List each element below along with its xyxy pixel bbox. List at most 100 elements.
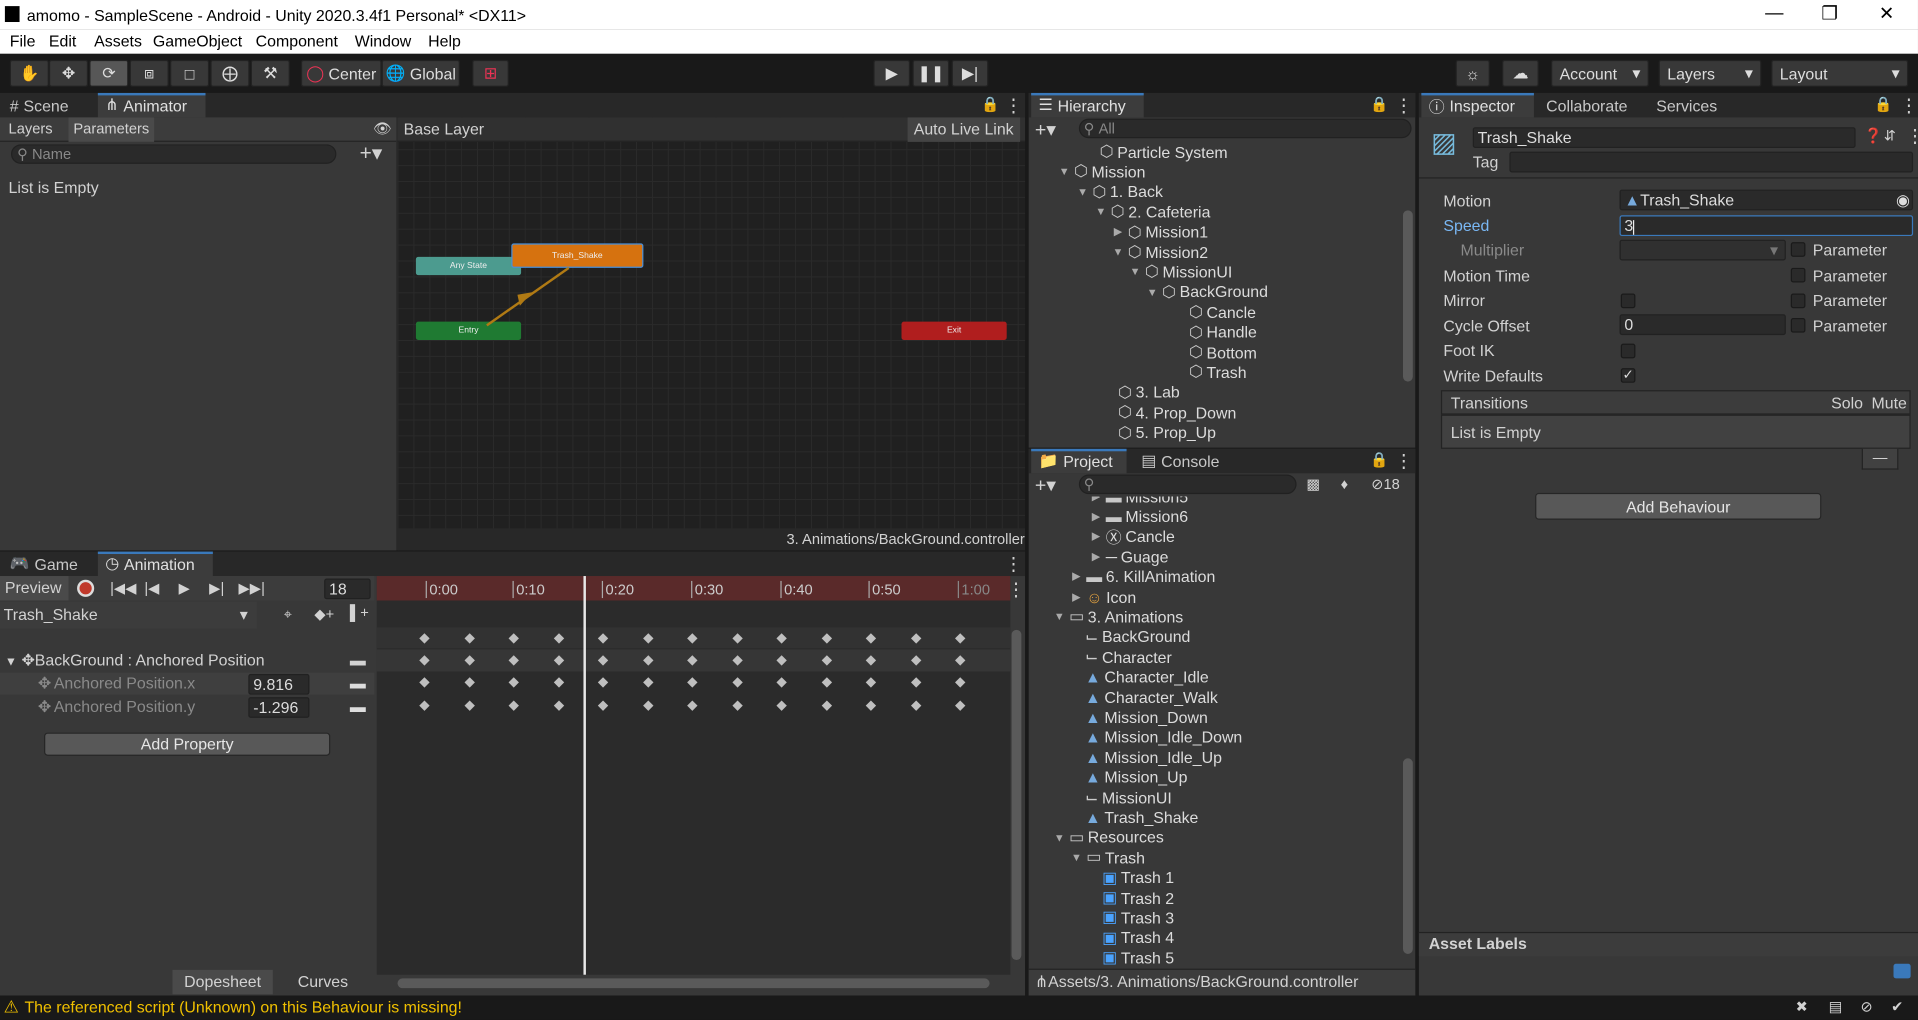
foot-ik-checkbox[interactable] xyxy=(1620,343,1636,359)
lock-icon[interactable]: 🔒 xyxy=(1874,95,1892,112)
keyframe-marker[interactable] xyxy=(597,633,609,644)
tab-console[interactable]: ▤ Console xyxy=(1134,449,1227,473)
minimize-icon[interactable]: — xyxy=(1765,2,1783,23)
keyframe-marker[interactable] xyxy=(553,633,565,644)
preview-toggle[interactable]: Preview xyxy=(0,576,69,601)
playhead[interactable] xyxy=(583,576,586,975)
lock-icon[interactable]: 🔒 xyxy=(1370,95,1388,112)
space-global-button[interactable]: 🌐 Global xyxy=(381,59,460,87)
hierarchy-item[interactable]: ⬡ Bottom xyxy=(1189,342,1257,362)
play-anim-icon[interactable]: ▶ xyxy=(179,580,190,597)
keyframe-marker[interactable] xyxy=(776,677,787,688)
collab-icon[interactable]: ☼ xyxy=(1455,59,1490,87)
multiplier-parameter-checkbox[interactable] xyxy=(1790,242,1806,257)
eye-icon[interactable]: 👁 xyxy=(373,120,392,137)
project-item[interactable]: ▣ Trash 1 xyxy=(1102,868,1174,888)
project-item[interactable]: ▣ Trash 3 xyxy=(1102,908,1174,928)
minus-icon[interactable]: ▬ xyxy=(350,651,366,669)
tab-project[interactable]: 📁 Project xyxy=(1031,448,1127,474)
project-item[interactable]: ▶ ▬ 6. KillAnimation xyxy=(1070,567,1215,587)
keyframe-marker[interactable] xyxy=(464,655,475,666)
transition-arrow[interactable] xyxy=(398,117,1026,550)
project-item[interactable]: ▶ Ⓧ Cancle xyxy=(1090,527,1175,547)
project-item[interactable]: ▶ ▬Mission5 xyxy=(1090,497,1188,507)
keyframe-marker[interactable] xyxy=(687,677,698,688)
tab-parameters[interactable]: Parameters xyxy=(68,117,155,142)
keyframe-marker[interactable] xyxy=(643,700,654,711)
keyframe-marker[interactable] xyxy=(464,677,475,688)
keyframe-marker[interactable] xyxy=(865,633,877,644)
speed-input[interactable]: 3 xyxy=(1619,215,1914,237)
expand-arrow-icon[interactable]: ▼ xyxy=(1112,246,1124,258)
cache-icon[interactable]: ▤ xyxy=(1829,998,1843,1015)
hierarchy-item[interactable]: ▼ ⬡ Mission xyxy=(1058,162,1146,182)
keyframe-marker[interactable] xyxy=(597,655,609,666)
more-menu-icon[interactable]: ⋮ xyxy=(1906,125,1918,147)
last-key-icon[interactable]: ▶▶| xyxy=(239,580,265,597)
property-row-y[interactable]: ✥ Anchored Position.y ▬ xyxy=(0,696,374,718)
hierarchy-scrollbar[interactable] xyxy=(1403,210,1413,382)
motion-time-parameter-checkbox[interactable] xyxy=(1790,267,1806,283)
write-defaults-checkbox[interactable]: ✓ xyxy=(1620,368,1636,383)
keyframe-marker[interactable] xyxy=(821,677,833,688)
property-group-row[interactable]: ▼ ✥BackGround : Anchored Position ▬ xyxy=(0,649,374,671)
tab-dopesheet[interactable]: Dopesheet xyxy=(172,969,273,995)
create-dropdown-icon[interactable]: +▾ xyxy=(1035,473,1056,497)
keyframe-marker[interactable] xyxy=(508,700,519,711)
more-menu-icon[interactable]: ⋮ xyxy=(1394,450,1412,472)
pause-button[interactable]: ❚❚ xyxy=(912,59,950,87)
motion-field[interactable]: ▲Trash_Shake ◉ xyxy=(1619,189,1914,211)
keyframe-marker[interactable] xyxy=(865,700,877,711)
project-item[interactable]: ▣ Trash 4 xyxy=(1102,928,1174,948)
lock-icon[interactable]: 🔒 xyxy=(981,95,999,112)
property-value-x[interactable]: 9.816 xyxy=(248,673,310,695)
menu-window[interactable]: Window xyxy=(355,32,412,50)
expand-arrow-icon[interactable]: ▼ xyxy=(1053,831,1065,843)
mirror-checkbox[interactable] xyxy=(1620,293,1636,309)
property-row-x[interactable]: ✥ Anchored Position.x ▬ xyxy=(0,672,375,695)
project-item[interactable]: ▲ Mission_Down xyxy=(1085,707,1208,727)
keyframe-marker[interactable] xyxy=(419,633,430,644)
project-search-input[interactable]: ⚲ xyxy=(1078,474,1297,495)
keyframe-marker[interactable] xyxy=(732,655,743,666)
pivot-center-button[interactable]: ◯ Center xyxy=(300,59,382,87)
project-item[interactable]: ▲ Mission_Idle_Up xyxy=(1085,747,1222,767)
expand-arrow-icon[interactable]: ▶ xyxy=(1090,550,1102,563)
minus-icon[interactable]: ▬ xyxy=(350,697,366,715)
project-item[interactable]: ⌙ Character xyxy=(1085,647,1172,667)
play-button[interactable]: ▶ xyxy=(873,59,911,87)
menu-assets[interactable]: Assets xyxy=(94,32,142,50)
keyframe-marker[interactable] xyxy=(955,700,966,711)
restore-icon[interactable]: ❐ xyxy=(1821,2,1837,25)
object-picker-icon[interactable]: ◉ xyxy=(1896,191,1910,209)
menu-component[interactable]: Component xyxy=(256,32,338,50)
keyframe-marker[interactable] xyxy=(419,700,430,711)
record-icon[interactable] xyxy=(77,579,95,597)
tab-scene[interactable]: # Scene xyxy=(2,93,76,117)
hierarchy-item[interactable]: ⬡ 5. Prop_Up xyxy=(1118,423,1216,443)
mirror-parameter-checkbox[interactable] xyxy=(1790,293,1806,309)
hierarchy-item[interactable]: ▼ ⬡ BackGround xyxy=(1146,282,1268,302)
keyframe-marker[interactable] xyxy=(419,677,430,688)
grid-snap-icon[interactable]: ⊞ xyxy=(472,59,509,87)
expand-arrow-icon[interactable]: ▶ xyxy=(1112,225,1124,238)
hierarchy-item[interactable]: ⬡ 3. Lab xyxy=(1118,383,1180,403)
tab-services[interactable]: Services xyxy=(1649,93,1725,117)
hierarchy-item[interactable]: ▼ ⬡ 1. Back xyxy=(1076,182,1163,202)
expand-arrow-icon[interactable]: ▼ xyxy=(1095,206,1107,218)
hierarchy-item[interactable]: ⬡ Handle xyxy=(1189,322,1257,342)
more-menu-icon[interactable]: ⋮ xyxy=(1007,578,1025,601)
progress-icon[interactable]: ⊘ xyxy=(1860,998,1872,1015)
keyframe-marker[interactable] xyxy=(821,700,833,711)
dopesheet-hscroll[interactable] xyxy=(397,978,990,989)
keyframe-marker[interactable] xyxy=(419,655,430,666)
hierarchy-item[interactable]: ⬡ Trash xyxy=(1189,362,1247,382)
hierarchy-item[interactable]: ▼ ⬡ Mission2 xyxy=(1112,242,1209,262)
clip-dropdown[interactable]: Trash_Shake ▾ xyxy=(0,601,257,629)
scale-tool-icon[interactable]: ⧈ xyxy=(129,59,169,87)
snap-keys-icon[interactable]: ⌖ xyxy=(284,605,292,623)
label-tag-icon[interactable] xyxy=(1893,963,1911,979)
keyframe-marker[interactable] xyxy=(643,677,654,688)
project-item[interactable]: ▼ ▭ Trash xyxy=(1070,848,1145,868)
custom-tool-icon[interactable]: ⚒ xyxy=(250,59,290,87)
